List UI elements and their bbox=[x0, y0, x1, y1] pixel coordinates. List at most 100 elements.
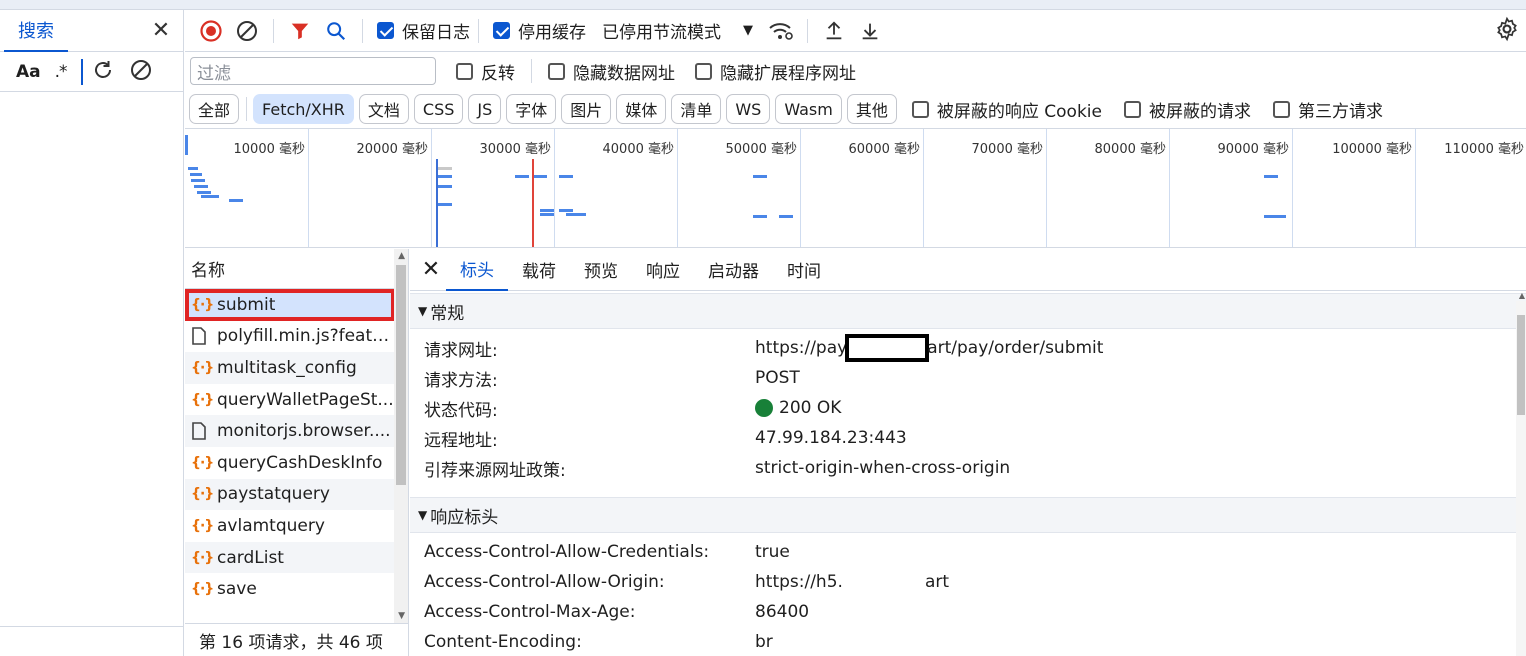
match-case-button[interactable]: Aa bbox=[16, 62, 41, 82]
request-row[interactable]: {·} save bbox=[185, 573, 395, 605]
response-headers-section-header[interactable]: ▼ 响应标头 bbox=[410, 497, 1526, 533]
request-row[interactable]: monitorjs.browser.... bbox=[185, 415, 395, 447]
triangle-down-icon: ▼ bbox=[418, 304, 428, 318]
chip-css[interactable]: CSS bbox=[413, 94, 464, 124]
preserve-log-check-icon[interactable] bbox=[377, 22, 394, 39]
tab-headers[interactable]: 标头 bbox=[446, 249, 508, 291]
scroll-down-icon[interactable]: ▼ bbox=[398, 611, 405, 621]
chip-font[interactable]: 字体 bbox=[506, 94, 557, 124]
hide-extension-urls-check-icon[interactable] bbox=[695, 62, 712, 80]
header-value[interactable]: strict-origin-when-cross-origin bbox=[755, 458, 1010, 478]
close-icon[interactable]: ✕ bbox=[416, 257, 446, 282]
details-scrollbar[interactable] bbox=[1516, 301, 1526, 656]
request-row-submit[interactable]: {·} submit bbox=[185, 289, 395, 321]
overview-bar bbox=[438, 175, 452, 178]
request-row[interactable]: {·} avlamtquery bbox=[185, 510, 395, 542]
header-value[interactable]: https://h5. art bbox=[755, 572, 949, 592]
overview-bar bbox=[779, 215, 793, 218]
network-conditions-icon[interactable] bbox=[763, 13, 799, 49]
request-row[interactable]: {·} queryWalletPageSt... bbox=[185, 384, 395, 416]
overview-bar bbox=[197, 191, 211, 194]
preserve-log-label: 保留日志 bbox=[402, 23, 470, 43]
filter-icon[interactable] bbox=[282, 13, 318, 49]
general-section-header[interactable]: ▼ 常规 bbox=[410, 293, 1526, 329]
blocked-requests-checkbox[interactable]: 被屏蔽的请求 bbox=[1123, 97, 1251, 122]
header-value[interactable]: true bbox=[755, 542, 790, 562]
tab-search[interactable]: 搜索 bbox=[4, 10, 68, 52]
network-overview[interactable]: 10000 毫秒 20000 毫秒 30000 毫秒 40000 毫秒 5000… bbox=[185, 128, 1526, 248]
request-row[interactable]: {·} paystatquery bbox=[185, 478, 395, 511]
request-row[interactable]: {·} queryCashDeskInfo bbox=[185, 447, 395, 479]
name-column-header[interactable]: 名称 bbox=[185, 249, 408, 289]
chip-doc[interactable]: 文档 bbox=[358, 94, 409, 124]
header-key: Access-Control-Max-Age: bbox=[424, 602, 636, 622]
header-value[interactable]: 86400 bbox=[755, 602, 809, 622]
overview-tick-label: 30000 毫秒 bbox=[479, 142, 552, 157]
filter-input[interactable]: 过滤 bbox=[190, 57, 436, 85]
chip-all[interactable]: 全部 bbox=[189, 94, 240, 124]
search-icon[interactable] bbox=[318, 13, 354, 49]
close-icon[interactable]: ✕ bbox=[147, 18, 175, 43]
third-party-checkbox[interactable]: 第三方请求 bbox=[1272, 97, 1383, 122]
fetch-icon: {·} bbox=[191, 296, 214, 313]
hide-data-urls-check-icon[interactable] bbox=[548, 62, 565, 80]
blocked-cookies-checkbox[interactable]: 被屏蔽的响应 Cookie bbox=[911, 97, 1102, 122]
regex-button[interactable]: .* bbox=[55, 62, 68, 82]
hide-data-urls-checkbox[interactable]: 隐藏数据网址 bbox=[548, 59, 675, 84]
record-icon[interactable] bbox=[193, 13, 229, 49]
chip-media[interactable]: 媒体 bbox=[616, 94, 667, 124]
scroll-up-icon[interactable]: ▲ bbox=[398, 251, 405, 261]
invert-checkbox[interactable]: 反转 bbox=[456, 59, 515, 84]
chip-fetch-xhr[interactable]: Fetch/XHR bbox=[253, 94, 354, 124]
tab-response[interactable]: 响应 bbox=[632, 249, 694, 291]
hide-extension-urls-checkbox[interactable]: 隐藏扩展程序网址 bbox=[695, 59, 856, 84]
scroll-up-icon[interactable]: ▲ bbox=[1519, 291, 1525, 300]
header-value[interactable]: POST bbox=[755, 368, 800, 388]
tab-initiator[interactable]: 启动器 bbox=[694, 249, 773, 291]
refresh-icon[interactable] bbox=[91, 58, 115, 86]
header-value[interactable]: 47.99.184.23:443 bbox=[755, 428, 907, 448]
tab-payload[interactable]: 载荷 bbox=[508, 249, 570, 291]
chip-img[interactable]: 图片 bbox=[561, 94, 612, 124]
import-har-icon[interactable] bbox=[816, 13, 852, 49]
clear-icon[interactable] bbox=[129, 58, 153, 86]
tab-timing[interactable]: 时间 bbox=[773, 249, 835, 291]
filter-bar: 过滤 反转 隐藏数据网址 隐藏扩展程序网址 bbox=[185, 52, 1526, 90]
chip-manifest[interactable]: 清单 bbox=[671, 94, 722, 124]
throttle-select[interactable]: 已停用节流模式 bbox=[602, 18, 721, 43]
tab-preview[interactable]: 预览 bbox=[570, 249, 632, 291]
chip-ws[interactable]: WS bbox=[726, 94, 771, 124]
disable-cache-check-icon[interactable] bbox=[493, 22, 510, 39]
chip-js[interactable]: JS bbox=[468, 94, 502, 124]
header-value[interactable]: https://pay art/pay/order/submit bbox=[755, 334, 1103, 362]
export-har-icon[interactable] bbox=[852, 13, 888, 49]
blocked-cookies-check-icon[interactable] bbox=[911, 100, 929, 118]
gear-icon[interactable] bbox=[1494, 16, 1520, 46]
chip-wasm[interactable]: Wasm bbox=[775, 94, 842, 124]
load-event-line bbox=[532, 159, 534, 247]
invert-check-icon[interactable] bbox=[456, 62, 473, 80]
request-row[interactable]: polyfill.min.js?featu... bbox=[185, 321, 395, 353]
triangle-down-icon: ▼ bbox=[418, 508, 428, 522]
overview-tick-label: 90000 毫秒 bbox=[1217, 142, 1290, 157]
chevron-down-icon[interactable]: ▼ bbox=[743, 23, 753, 38]
disable-cache-checkbox[interactable]: 停用缓存 bbox=[493, 18, 586, 43]
chip-other[interactable]: 其他 bbox=[846, 94, 897, 124]
document-icon bbox=[191, 422, 217, 440]
clear-log-icon[interactable] bbox=[229, 13, 265, 49]
scrollbar-thumb[interactable] bbox=[396, 265, 406, 485]
search-input-cursor[interactable] bbox=[80, 58, 83, 85]
preserve-log-checkbox[interactable]: 保留日志 bbox=[377, 18, 470, 43]
header-key: 请求方法: bbox=[424, 370, 498, 391]
overview-bar bbox=[533, 175, 547, 178]
third-party-check-icon[interactable] bbox=[1272, 100, 1290, 118]
search-panel-header: 搜索 ✕ bbox=[0, 10, 183, 52]
request-row[interactable]: {·} cardList bbox=[185, 541, 395, 574]
request-list-scrollbar[interactable]: ▲ ▼ bbox=[394, 249, 408, 623]
blocked-requests-check-icon[interactable] bbox=[1123, 100, 1141, 118]
request-row[interactable]: {·} multitask_config bbox=[185, 352, 395, 384]
header-value[interactable]: br bbox=[755, 632, 773, 652]
scrollbar-thumb[interactable] bbox=[1517, 315, 1525, 415]
header-value[interactable]: 200 OK bbox=[755, 398, 841, 418]
request-name: cardList bbox=[217, 547, 284, 568]
